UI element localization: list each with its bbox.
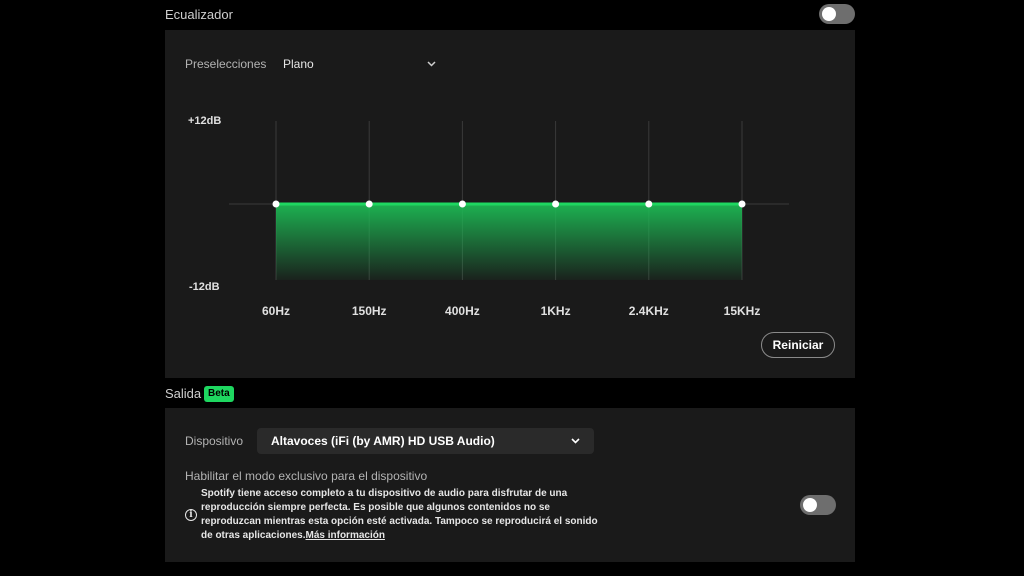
eq-band-handle-60hz[interactable] <box>272 200 280 208</box>
info-icon: i <box>185 509 197 521</box>
reset-button[interactable]: Reiniciar <box>761 332 835 358</box>
freq-label: 15KHz <box>723 304 761 318</box>
exclusive-mode-info: Spotify tiene acceso completo a tu dispo… <box>201 487 611 543</box>
eq-band-handle-400hz[interactable] <box>458 200 466 208</box>
toggle-knob <box>803 498 817 512</box>
chevron-down-icon <box>571 438 580 444</box>
device-select[interactable]: Altavoces (iFi (by AMR) HD USB Audio) <box>257 428 594 454</box>
freq-label: 2.4KHz <box>628 304 669 318</box>
eq-curve-fill <box>276 204 742 280</box>
freq-label: 400Hz <box>445 304 480 318</box>
eq-graph <box>229 121 789 280</box>
equalizer-toggle[interactable] <box>819 4 855 24</box>
eq-band-handle-1khz[interactable] <box>552 200 560 208</box>
output-panel: Dispositivo Altavoces (iFi (by AMR) HD U… <box>165 408 855 562</box>
equalizer-title: Ecualizador <box>165 7 233 22</box>
toggle-knob <box>822 7 836 21</box>
beta-badge: Beta <box>204 386 234 402</box>
output-title: Salida <box>165 386 202 401</box>
exclusive-mode-title: Habilitar el modo exclusivo para el disp… <box>185 469 428 483</box>
eq-band-handle-2.4khz[interactable] <box>645 200 653 208</box>
freq-label: 1KHz <box>540 304 571 318</box>
freq-label: 150Hz <box>351 304 387 318</box>
eq-band-handle-15khz[interactable] <box>738 200 746 208</box>
device-value: Altavoces (iFi (by AMR) HD USB Audio) <box>271 434 495 448</box>
more-info-link[interactable]: Más información <box>306 530 385 541</box>
device-label: Dispositivo <box>185 434 244 448</box>
exclusive-info-text: Spotify tiene acceso completo a tu dispo… <box>201 488 598 541</box>
eq-band-handle-150hz[interactable] <box>365 200 373 208</box>
equalizer-panel: Preselecciones Plano +12dB -12dB 60Hz 150… <box>165 30 855 378</box>
exclusive-mode-toggle[interactable] <box>800 495 836 515</box>
freq-label: 60Hz <box>261 304 291 318</box>
